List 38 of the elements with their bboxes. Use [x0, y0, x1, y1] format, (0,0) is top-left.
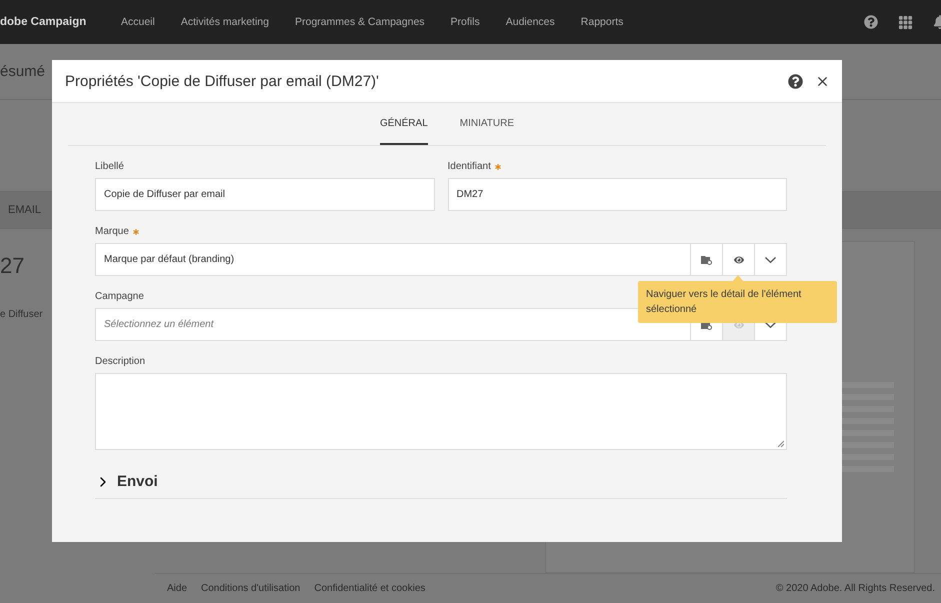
chevron-down-icon — [765, 256, 776, 262]
nav-link[interactable]: Rapports — [580, 16, 624, 28]
copyright-text: © 2020 Adobe. All Rights Reserved. — [776, 583, 935, 594]
text-field[interactable]: DM27 — [448, 178, 787, 211]
envoi-section-header[interactable]: Envoi — [95, 473, 787, 499]
footer-link[interactable]: Aide — [167, 583, 188, 594]
field-label: Campagne — [95, 291, 144, 303]
field-label: Identifiant — [448, 161, 501, 173]
link-field[interactable]: Marque par défaut (branding) — [95, 243, 787, 276]
required-asterisk-icon — [132, 229, 139, 235]
field-label: Description — [95, 356, 146, 368]
footer-link[interactable]: Confidentialité et cookies — [314, 583, 426, 594]
help-icon[interactable] — [864, 15, 878, 29]
resize-handle-icon — [777, 440, 784, 447]
nav-link[interactable]: Accueil — [121, 16, 155, 28]
required-asterisk-icon — [494, 164, 501, 170]
dialog-title: Propriétés 'Copie de Diffuser par email (DM27)' — [65, 72, 379, 90]
description-field[interactable] — [95, 373, 787, 450]
chevron-down-icon — [765, 322, 776, 328]
page-title: ésumé — [0, 63, 46, 80]
dialog-tab[interactable]: GÉNÉRAL — [380, 103, 428, 145]
text-field[interactable]: Copie de Diffuser par email — [95, 178, 434, 211]
field-label: Marque — [95, 226, 139, 238]
tooltip: Naviguer vers le détail de l'élément sélectionné — [638, 281, 837, 323]
field-label: Libellé — [95, 161, 124, 173]
app-logo[interactable]: dobe Campaign — [0, 16, 121, 28]
delivery-label: e Diffuser — [0, 308, 43, 320]
folder-icon — [701, 254, 712, 264]
apps-grid-icon[interactable] — [898, 14, 913, 30]
dialog-tab[interactable]: MINIATURE — [460, 103, 514, 145]
nav-link[interactable]: Programmes & Campagnes — [294, 16, 425, 28]
eye-icon — [734, 254, 744, 264]
footer-link[interactable]: Conditions d'utilisation — [201, 583, 300, 594]
nav-link[interactable]: Audiences — [506, 16, 555, 28]
help-icon[interactable] — [788, 74, 803, 88]
nav-link[interactable]: Profils — [450, 16, 480, 28]
delivery-number: 27 — [0, 252, 24, 278]
nav-link[interactable]: Activités marketing — [180, 16, 269, 28]
